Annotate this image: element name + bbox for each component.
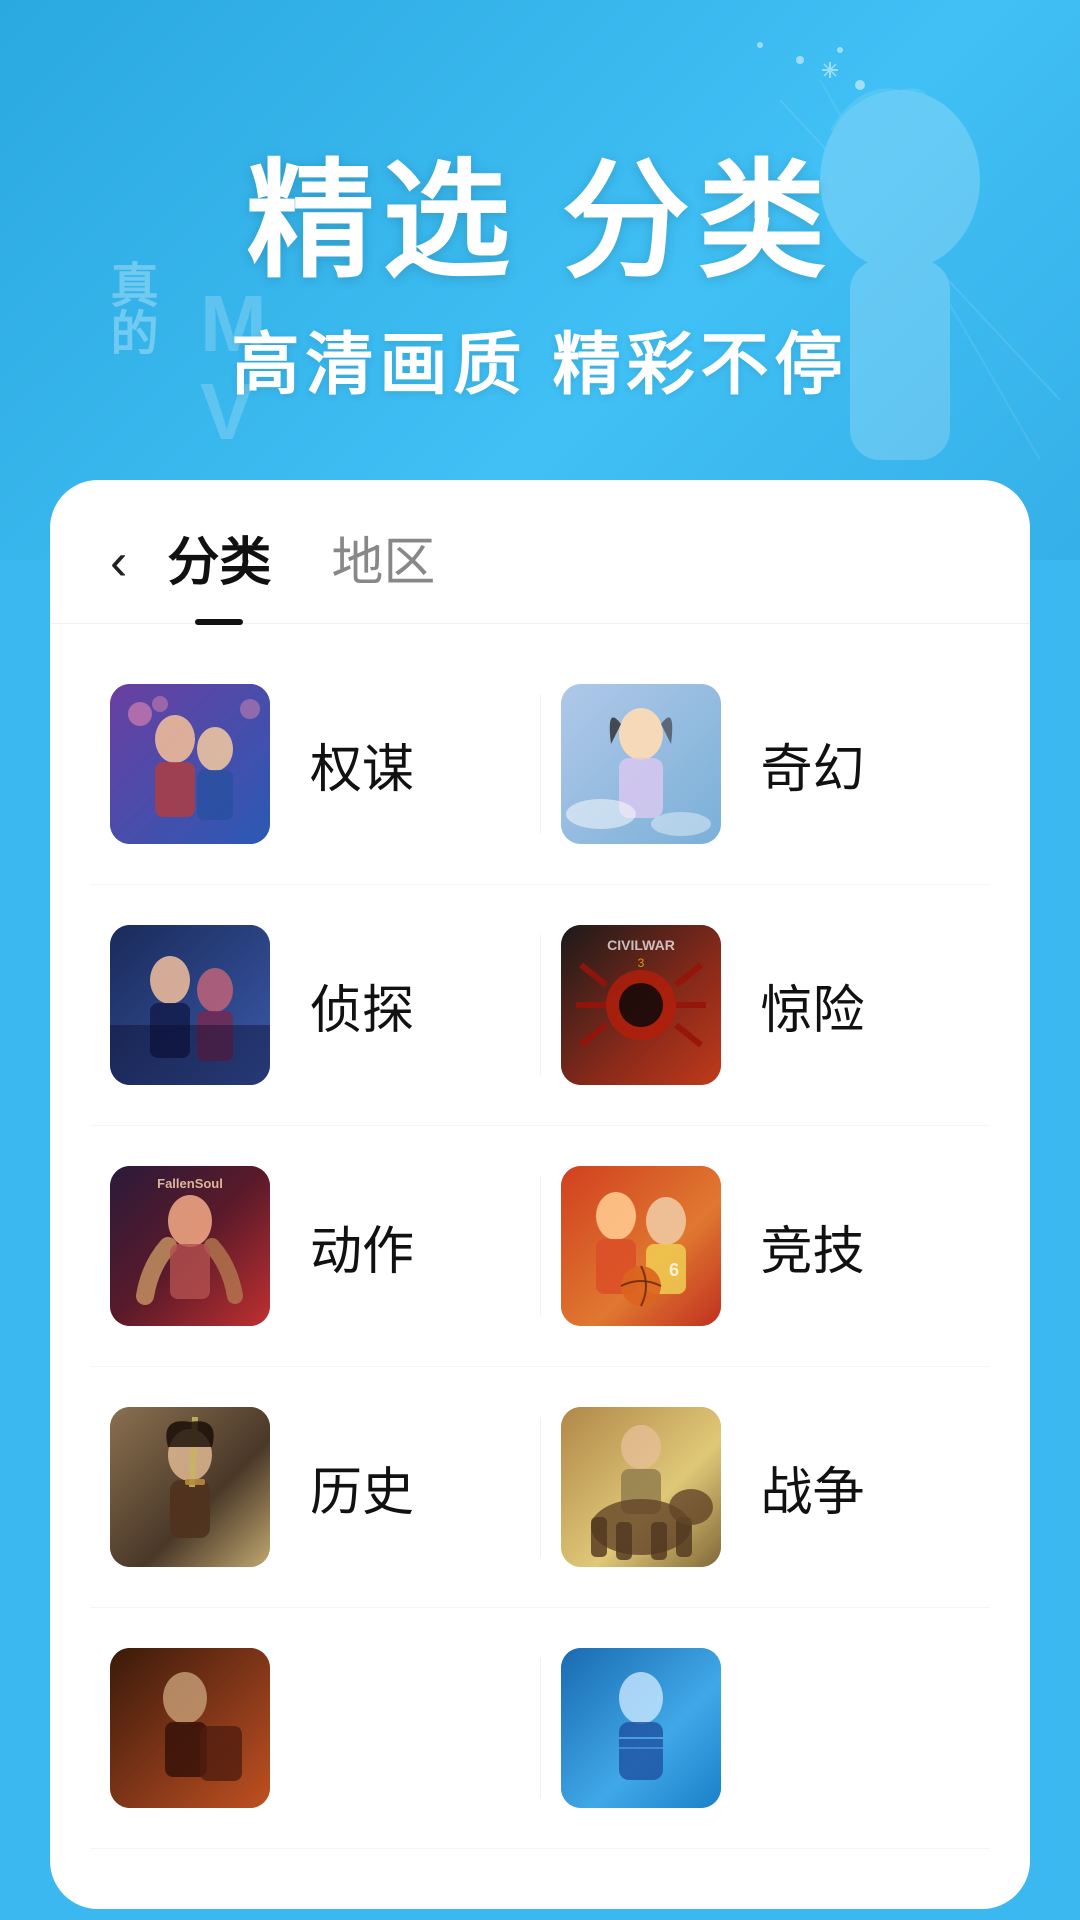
category-thumb-jingji: 6 [561, 1166, 721, 1326]
category-item-dongzuo[interactable]: FallenSoul 动作 [90, 1126, 540, 1366]
category-list: 权谋 [50, 624, 1030, 1849]
back-button[interactable]: ‹ [110, 536, 127, 588]
category-label-jingji: 竞技 [761, 1209, 865, 1284]
category-label-lishi: 历史 [310, 1450, 414, 1525]
category-thumb-zhanzhen [561, 1407, 721, 1567]
category-row-4: 历史 [90, 1367, 990, 1608]
category-item-quanmou[interactable]: 权谋 [90, 644, 540, 884]
category-row-3: FallenSoul 动作 [90, 1126, 990, 1367]
category-item-bottom-left[interactable] [90, 1608, 540, 1848]
hero-section: 精选 分类 高清画质 精彩不停 [0, 0, 1080, 560]
hero-main-title: 精选 分类 [246, 152, 834, 293]
svg-text:3: 3 [637, 956, 644, 970]
category-thumb-dongzuo: FallenSoul [110, 1166, 270, 1326]
category-item-jingxian[interactable]: CIVILWAR 3 惊险 [541, 885, 991, 1125]
content-card: ‹ 分类 地区 [50, 480, 1030, 1909]
svg-text:6: 6 [669, 1260, 679, 1280]
category-thumb-jingxian: CIVILWAR 3 [561, 925, 721, 1085]
category-label-zhentan: 侦探 [310, 968, 414, 1043]
category-row-1: 权谋 [90, 644, 990, 885]
category-item-jingji[interactable]: 6 竞技 [541, 1126, 991, 1366]
category-label-quanmou: 权谋 [310, 727, 414, 802]
category-thumb-bottom-right [561, 1648, 721, 1808]
category-label-qihuan: 奇幻 [761, 727, 865, 802]
category-item-zhanzhen[interactable]: 战争 [541, 1367, 991, 1607]
category-item-qihuan[interactable]: 奇幻 [541, 644, 991, 884]
category-item-zhentan[interactable]: 侦探 [90, 885, 540, 1125]
nav-tabs: ‹ 分类 地区 [50, 480, 1030, 624]
category-label-zhanzhen: 战争 [761, 1450, 865, 1525]
category-item-bottom-right[interactable] [541, 1608, 991, 1848]
category-row-2: 侦探 [90, 885, 990, 1126]
category-thumb-zhentan [110, 925, 270, 1085]
category-thumb-quanmou [110, 684, 270, 844]
tab-category[interactable]: 分类 [167, 520, 271, 603]
tab-region[interactable]: 地区 [331, 520, 435, 603]
category-thumb-bottom-left [110, 1648, 270, 1808]
category-thumb-qihuan [561, 684, 721, 844]
category-row-5 [90, 1608, 990, 1849]
svg-text:CIVILWAR: CIVILWAR [607, 937, 675, 953]
category-label-dongzuo: 动作 [310, 1209, 414, 1284]
category-item-lishi[interactable]: 历史 [90, 1367, 540, 1607]
svg-text:FallenSoul: FallenSoul [157, 1176, 223, 1191]
category-thumb-lishi [110, 1407, 270, 1567]
hero-subtitle: 高清画质 精彩不停 [232, 309, 849, 408]
category-label-jingxian: 惊险 [761, 968, 865, 1043]
